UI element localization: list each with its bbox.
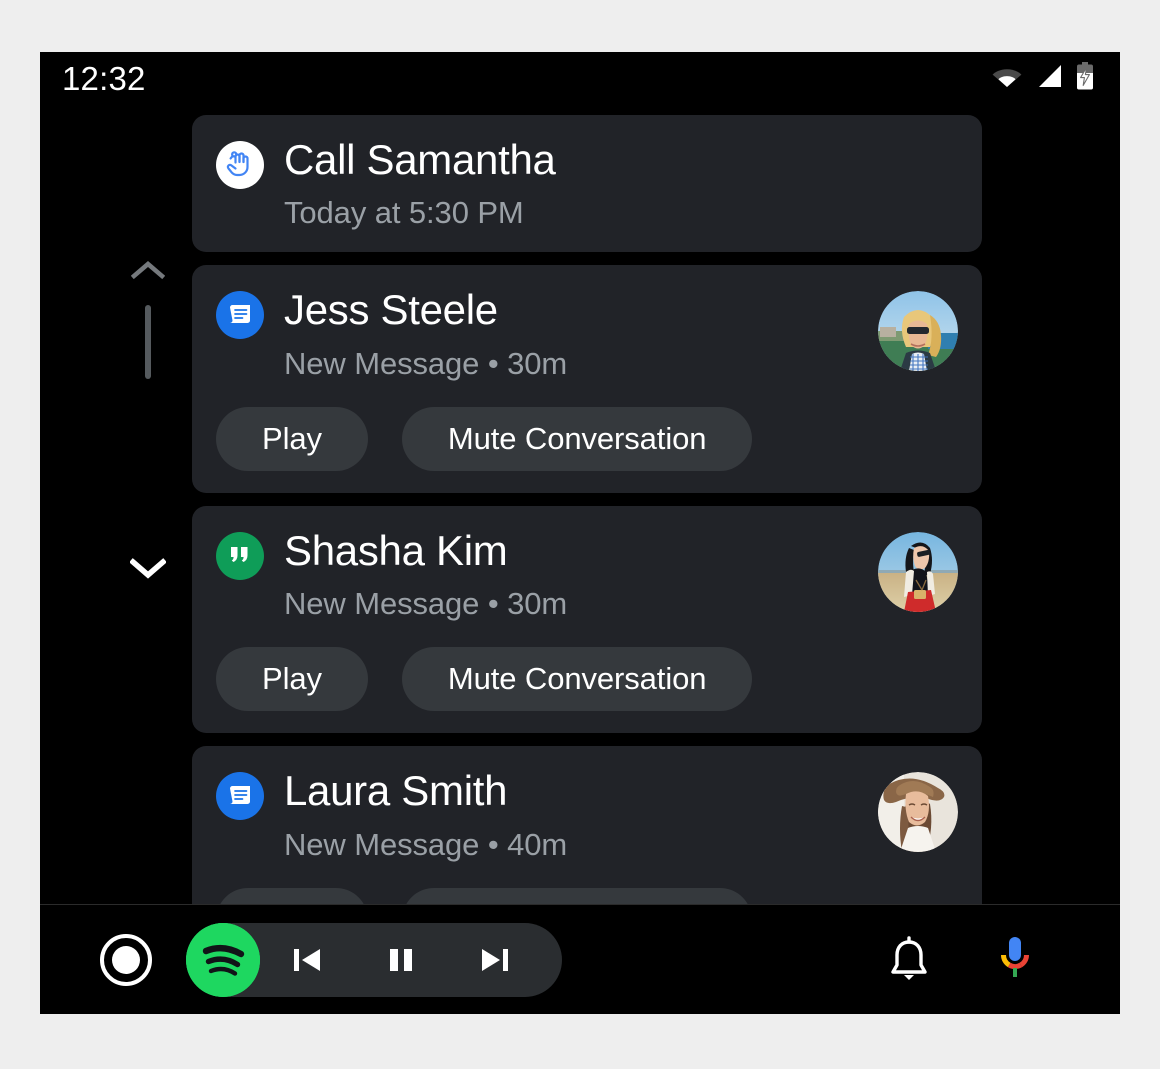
wifi-icon: [992, 64, 1022, 93]
cellular-signal-icon: [1036, 64, 1062, 93]
notification-subtitle: New Message • 30m: [284, 586, 568, 622]
hangouts-icon: [216, 531, 264, 580]
device-screen: 12:32 Call Samantha Today at 5:30 PM Jes…: [40, 52, 1120, 1014]
skip-next-icon: [482, 948, 508, 971]
notification-card-shasha-kim[interactable]: Shasha Kim New Message • 30m Play Mute C…: [192, 505, 982, 734]
battery-charging-icon: [1076, 61, 1094, 95]
pause-icon: [390, 948, 412, 971]
scroll-rail[interactable]: [118, 202, 178, 622]
card-text: Laura Smith New Message • 40m: [284, 768, 868, 861]
card-main: Jess Steele New Message • 30m: [216, 287, 958, 380]
card-main: Laura Smith New Message • 40m: [216, 768, 958, 861]
avatar-jess-steele: [878, 291, 958, 372]
notification-list[interactable]: Call Samantha Today at 5:30 PM Jess Stee…: [192, 115, 982, 1014]
notification-title: Jess Steele: [284, 286, 498, 334]
mute-conversation-button[interactable]: Mute Conversation: [401, 647, 753, 712]
card-text: Shasha Kim New Message • 30m: [284, 528, 868, 621]
chevron-up-icon[interactable]: [130, 260, 166, 285]
nav-right-group: [882, 933, 1042, 987]
avatar-laura-smith: [878, 772, 958, 853]
messages-icon: [216, 772, 264, 821]
play-button[interactable]: Play: [216, 406, 368, 471]
google-assistant-mic-icon: [1000, 936, 1030, 977]
card-text: Call Samantha Today at 5:30 PM: [284, 137, 958, 230]
status-bar: 12:32: [40, 52, 1120, 104]
scrollbar-thumb[interactable]: [145, 305, 151, 379]
notification-title: Laura Smith: [284, 767, 508, 815]
mute-conversation-button[interactable]: Mute Conversation: [401, 406, 753, 471]
spotify-icon[interactable]: [186, 922, 260, 997]
status-icons: [992, 61, 1094, 95]
assistant-button[interactable]: [988, 933, 1042, 987]
chevron-down-icon[interactable]: [129, 557, 167, 584]
card-actions: Play Mute Conversation: [216, 647, 958, 712]
home-circle-icon[interactable]: [98, 932, 154, 988]
reminder-hand-icon: [216, 141, 264, 189]
card-text: Jess Steele New Message • 30m: [284, 287, 868, 380]
card-main: Call Samantha Today at 5:30 PM: [216, 137, 958, 230]
media-control-pill: [186, 922, 562, 997]
bottom-nav-bar: [40, 904, 1120, 1014]
notification-subtitle: New Message • 30m: [284, 345, 568, 381]
bell-icon: [891, 935, 927, 980]
notification-subtitle: New Message • 40m: [284, 826, 568, 862]
play-button[interactable]: Play: [216, 647, 368, 712]
notifications-button[interactable]: [882, 933, 936, 987]
skip-previous-icon: [294, 948, 320, 971]
card-actions: Play Mute Conversation: [216, 406, 958, 471]
status-clock: 12:32: [62, 59, 146, 97]
notification-card-call-samantha[interactable]: Call Samantha Today at 5:30 PM: [192, 115, 982, 253]
card-main: Shasha Kim New Message • 30m: [216, 528, 958, 621]
notification-subtitle: Today at 5:30 PM: [284, 195, 524, 231]
notification-title: Call Samantha: [284, 136, 556, 183]
next-track-button[interactable]: [448, 923, 542, 997]
notification-card-jess-steele[interactable]: Jess Steele New Message • 30m Play Mute …: [192, 265, 982, 493]
notification-title: Shasha Kim: [284, 526, 508, 574]
pause-button[interactable]: [354, 923, 448, 997]
messages-icon: [216, 291, 264, 340]
avatar-shasha-kim: [878, 531, 958, 612]
previous-track-button[interactable]: [260, 923, 354, 997]
